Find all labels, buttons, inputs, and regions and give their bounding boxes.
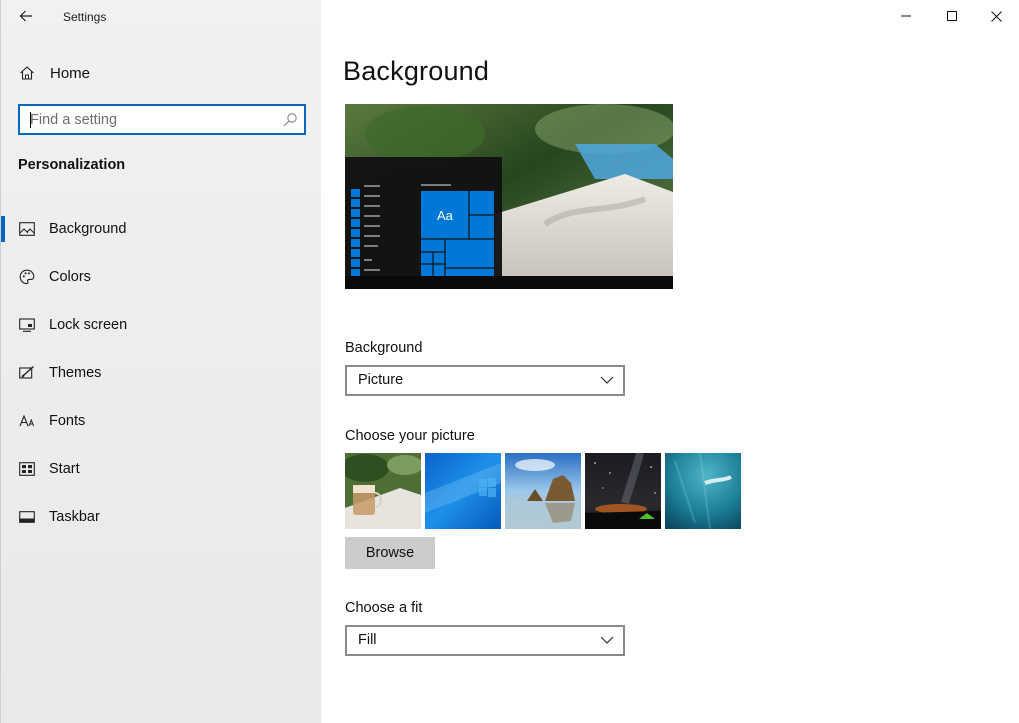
browse-button[interactable]: Browse bbox=[345, 537, 435, 569]
search-input[interactable] bbox=[30, 110, 278, 130]
chevron-down-icon bbox=[600, 636, 614, 644]
thumbnail-windows-light[interactable] bbox=[425, 453, 501, 529]
sidebar-item-label: Themes bbox=[49, 365, 102, 381]
search-icon[interactable] bbox=[282, 112, 298, 128]
choose-fit-label: Choose a fit bbox=[345, 600, 423, 616]
fonts-icon bbox=[18, 412, 36, 430]
sidebar-item-start[interactable]: Start bbox=[1, 445, 322, 493]
close-icon bbox=[990, 10, 1002, 22]
back-arrow-icon bbox=[19, 10, 32, 22]
thumbnail-night-sky[interactable] bbox=[585, 453, 661, 529]
themes-icon bbox=[18, 364, 36, 382]
navigation-pane: Settings Home Personalization Background… bbox=[0, 0, 321, 723]
page-title: Background bbox=[343, 56, 490, 86]
lock-screen-icon bbox=[18, 316, 36, 334]
minimize-icon bbox=[901, 15, 911, 17]
home-icon bbox=[18, 64, 36, 82]
desktop-preview: Aa bbox=[345, 104, 673, 289]
app-title: Settings bbox=[63, 10, 107, 24]
close-button[interactable] bbox=[973, 0, 1019, 32]
palette-icon bbox=[18, 268, 36, 286]
thumbnail-underwater[interactable] bbox=[665, 453, 741, 529]
picture-thumbnails bbox=[345, 453, 741, 529]
picture-icon bbox=[18, 220, 36, 238]
minimize-button[interactable] bbox=[883, 0, 929, 32]
sidebar-item-label: Start bbox=[49, 461, 80, 477]
sidebar-item-label: Lock screen bbox=[49, 317, 128, 333]
preview-tile-text: Aa bbox=[437, 208, 453, 223]
sidebar-item-label: Taskbar bbox=[49, 509, 100, 525]
nav-home[interactable]: Home bbox=[18, 60, 90, 86]
sidebar-item-colors[interactable]: Colors bbox=[1, 253, 322, 301]
background-type-value: Picture bbox=[358, 372, 404, 388]
maximize-icon bbox=[947, 11, 957, 21]
sidebar-item-taskbar[interactable]: Taskbar bbox=[1, 493, 322, 541]
fit-value: Fill bbox=[358, 632, 377, 648]
personalization-nav: Background Colors Lock screen Themes Fon… bbox=[1, 205, 322, 541]
maximize-button[interactable] bbox=[929, 0, 975, 32]
sidebar-item-label: Background bbox=[49, 221, 127, 237]
sidebar-item-label: Fonts bbox=[49, 413, 86, 429]
section-title: Personalization bbox=[18, 157, 126, 173]
start-icon bbox=[18, 460, 36, 478]
thumbnail-coffee-cup[interactable] bbox=[345, 453, 421, 529]
taskbar-icon bbox=[18, 508, 36, 526]
choose-picture-label: Choose your picture bbox=[345, 428, 475, 444]
chevron-down-icon bbox=[600, 376, 614, 384]
thumbnail-beach-rocks[interactable] bbox=[505, 453, 581, 529]
background-label: Background bbox=[345, 340, 423, 356]
sidebar-item-label: Colors bbox=[49, 269, 91, 285]
sidebar-item-background[interactable]: Background bbox=[1, 205, 322, 253]
home-label: Home bbox=[50, 64, 91, 82]
sidebar-item-fonts[interactable]: Fonts bbox=[1, 397, 322, 445]
preview-image bbox=[345, 104, 673, 289]
sidebar-item-lock-screen[interactable]: Lock screen bbox=[1, 301, 322, 349]
search-box[interactable] bbox=[18, 104, 306, 135]
sidebar-item-themes[interactable]: Themes bbox=[1, 349, 322, 397]
back-button[interactable] bbox=[11, 4, 41, 28]
fit-dropdown[interactable]: Fill bbox=[345, 625, 625, 656]
background-type-dropdown[interactable]: Picture bbox=[345, 365, 625, 396]
